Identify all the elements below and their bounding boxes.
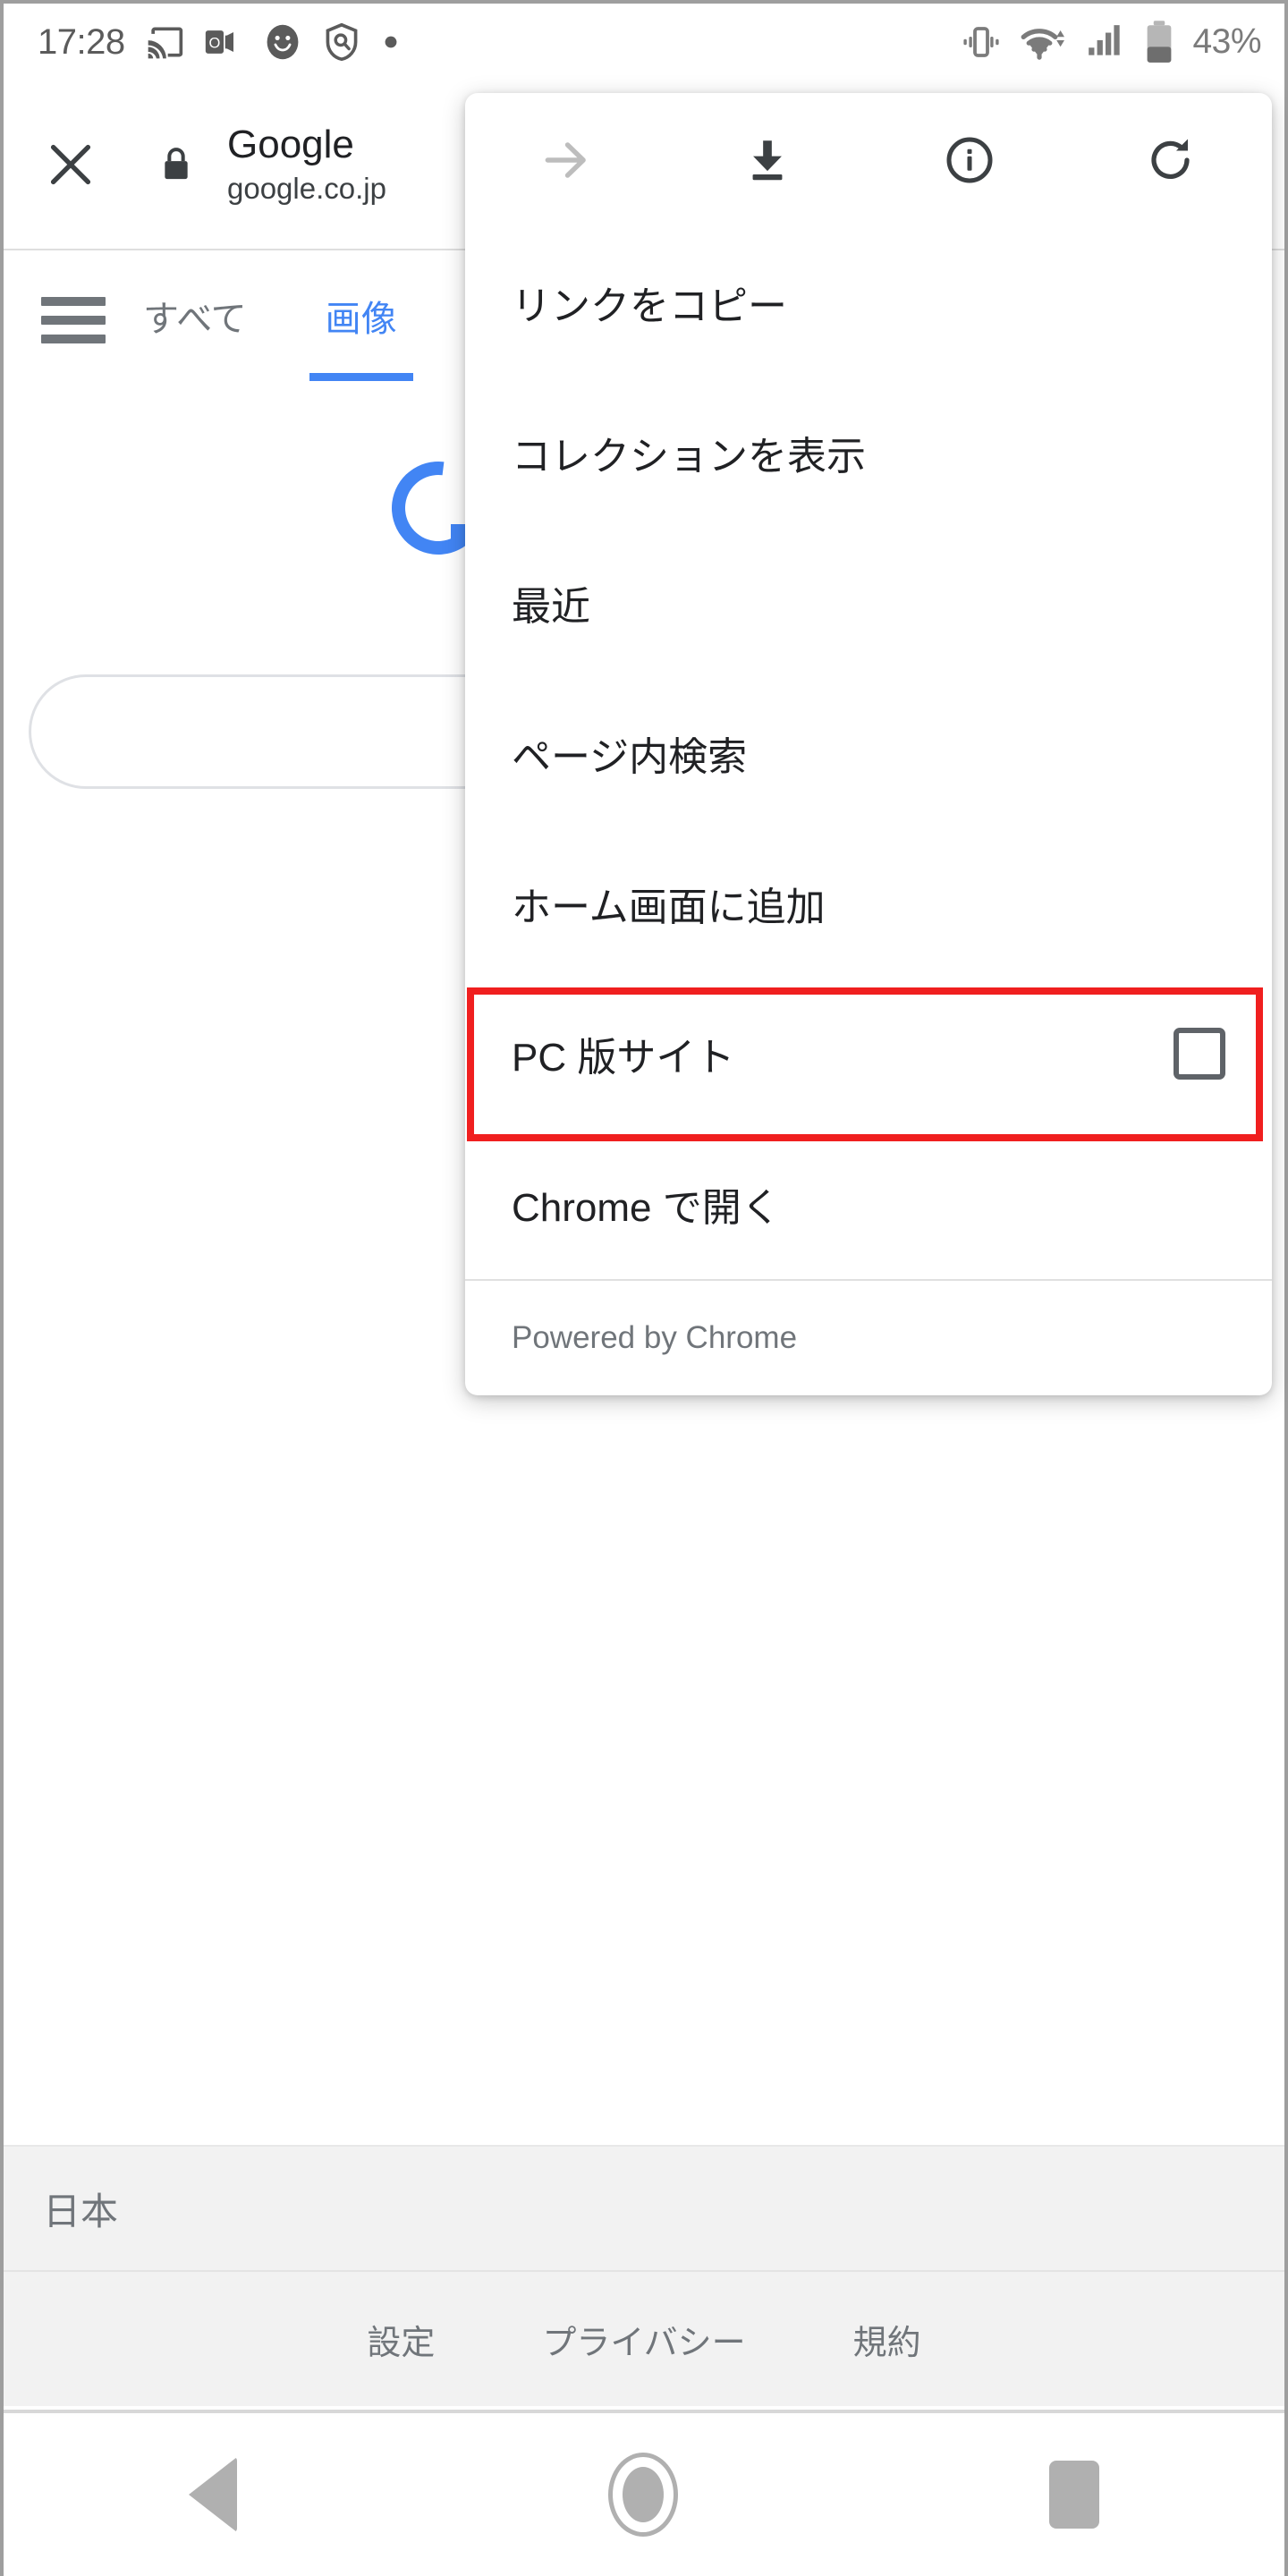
tab-all[interactable]: すべて (143, 284, 247, 342)
tab-images-label: 画像 (325, 300, 397, 339)
close-icon (50, 144, 91, 185)
menu-item-label: ホーム画面に追加 (512, 886, 826, 929)
footer-links: 設定 プライバシー 規約 (4, 2270, 1284, 2406)
nav-back-button[interactable] (189, 2457, 238, 2532)
tab-active-underline (309, 373, 413, 381)
page-info-button[interactable] (869, 133, 1071, 187)
forward-arrow-icon (545, 142, 586, 178)
download-icon (752, 140, 783, 181)
forward-button[interactable] (465, 132, 667, 188)
menu-item-add-to-home-screen[interactable]: ホーム画面に追加 (465, 828, 1272, 979)
back-icon (189, 2457, 238, 2532)
menu-item-label: リンクをコピー (512, 284, 787, 328)
nav-recents-button[interactable] (1048, 2461, 1099, 2529)
download-button[interactable] (667, 134, 869, 186)
menu-item-open-in-chrome[interactable]: Chrome で開く (465, 1129, 1272, 1279)
hamburger-icon-line (41, 335, 106, 343)
menu-icon-row (465, 93, 1272, 227)
phone-screen: 17:28 O 43% Google google.co.jp すべて 画像 日… (0, 0, 1288, 2576)
menu-item-label: ページ内検索 (512, 735, 748, 779)
outlook-icon: O (205, 30, 233, 54)
nav-home-button[interactable] (607, 2453, 678, 2537)
menu-item-label: 最近 (512, 585, 590, 629)
hamburger-icon (41, 297, 106, 306)
close-button[interactable] (4, 137, 138, 192)
site-title: Google (227, 123, 354, 167)
reload-icon (1151, 139, 1190, 179)
menu-item-recent[interactable]: 最近 (465, 528, 1272, 678)
country-label: 日本 (43, 2190, 119, 2233)
recents-icon (1048, 2461, 1099, 2529)
status-bar-left: 17:28 O (38, 22, 401, 63)
tab-all-label: すべて (143, 300, 247, 339)
browser-overflow-menu: リンクをコピー コレクションを表示 最近 ページ内検索 ホーム画面に追加 PC … (465, 93, 1272, 1395)
smiley-icon (267, 24, 299, 60)
tab-images[interactable]: 画像 (309, 284, 413, 381)
footer-link-terms[interactable]: 規約 (853, 2315, 921, 2364)
menu-item-view-collections[interactable]: コレクションを表示 (465, 377, 1272, 528)
wifi-icon (1021, 29, 1065, 60)
footer-link-privacy[interactable]: プライバシー (542, 2315, 745, 2364)
lock-icon (165, 148, 188, 180)
hamburger-menu-button[interactable] (4, 284, 143, 343)
reload-button[interactable] (1071, 133, 1273, 187)
desktop-site-checkbox[interactable] (1174, 1028, 1225, 1080)
info-icon (946, 137, 993, 183)
powered-by-label: Powered by Chrome (512, 1320, 798, 1355)
battery-percent-label: 43% (1192, 22, 1261, 61)
menu-item-label: コレクションを表示 (512, 435, 866, 479)
hamburger-icon-line (41, 316, 106, 325)
battery-icon (1148, 21, 1172, 63)
menu-item-find-in-page[interactable]: ページ内検索 (465, 678, 1272, 828)
home-icon-dot (622, 2467, 664, 2522)
menu-item-label: Chrome で開く (512, 1186, 781, 1230)
vibrate-icon (963, 27, 1000, 57)
status-clock: 17:28 (38, 21, 125, 62)
home-icon (607, 2453, 678, 2537)
dot-icon (385, 36, 397, 48)
security-lock[interactable] (138, 144, 215, 185)
cellular-signal-icon (1089, 25, 1121, 55)
status-bar: 17:28 O 43% (4, 4, 1284, 80)
cast-icon (148, 27, 182, 59)
menu-footer: Powered by Chrome (465, 1279, 1272, 1395)
page-footer: 日本 設定 プライバシー 規約 (4, 2145, 1284, 2406)
menu-item-desktop-site[interactable]: PC 版サイト (465, 979, 1272, 1129)
status-bar-right: 43% (960, 20, 1261, 64)
country-band: 日本 (4, 2145, 1284, 2270)
site-url: google.co.jp (227, 172, 386, 206)
svg-text:O: O (208, 35, 220, 51)
android-navigation-bar (4, 2410, 1284, 2576)
footer-link-settings[interactable]: 設定 (367, 2315, 435, 2364)
shield-search-icon (326, 22, 358, 62)
site-info[interactable]: Google google.co.jp (215, 122, 386, 207)
menu-item-label: PC 版サイト (512, 1036, 735, 1080)
menu-item-copy-link[interactable]: リンクをコピー (465, 227, 1272, 377)
